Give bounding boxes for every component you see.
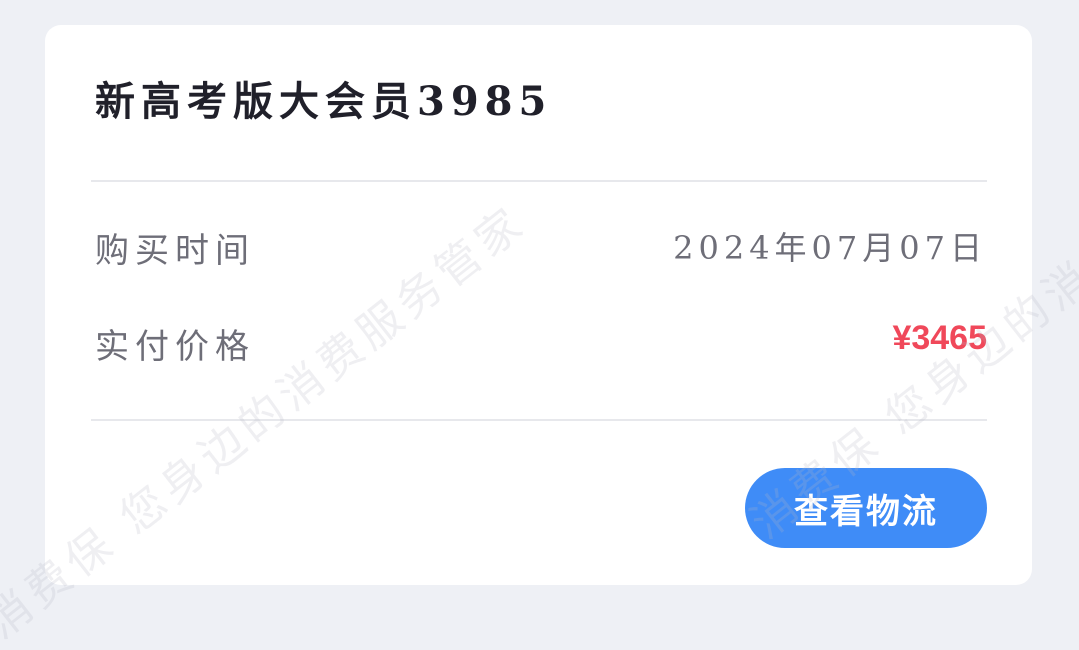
divider [91, 180, 987, 182]
divider [91, 419, 987, 421]
product-title: 新高考版大会员3985 [95, 78, 553, 125]
order-card: 新高考版大会员3985 购买时间 2024年07月07日 实付价格 ¥3465 … [45, 25, 1032, 585]
paid-price-label: 实付价格 [95, 327, 255, 367]
purchase-time-label: 购买时间 [95, 231, 255, 271]
view-logistics-button[interactable]: 查看物流 [745, 468, 987, 548]
purchase-time-value: 2024年07月07日 [673, 229, 987, 267]
paid-price-value: ¥3465 [892, 319, 987, 357]
